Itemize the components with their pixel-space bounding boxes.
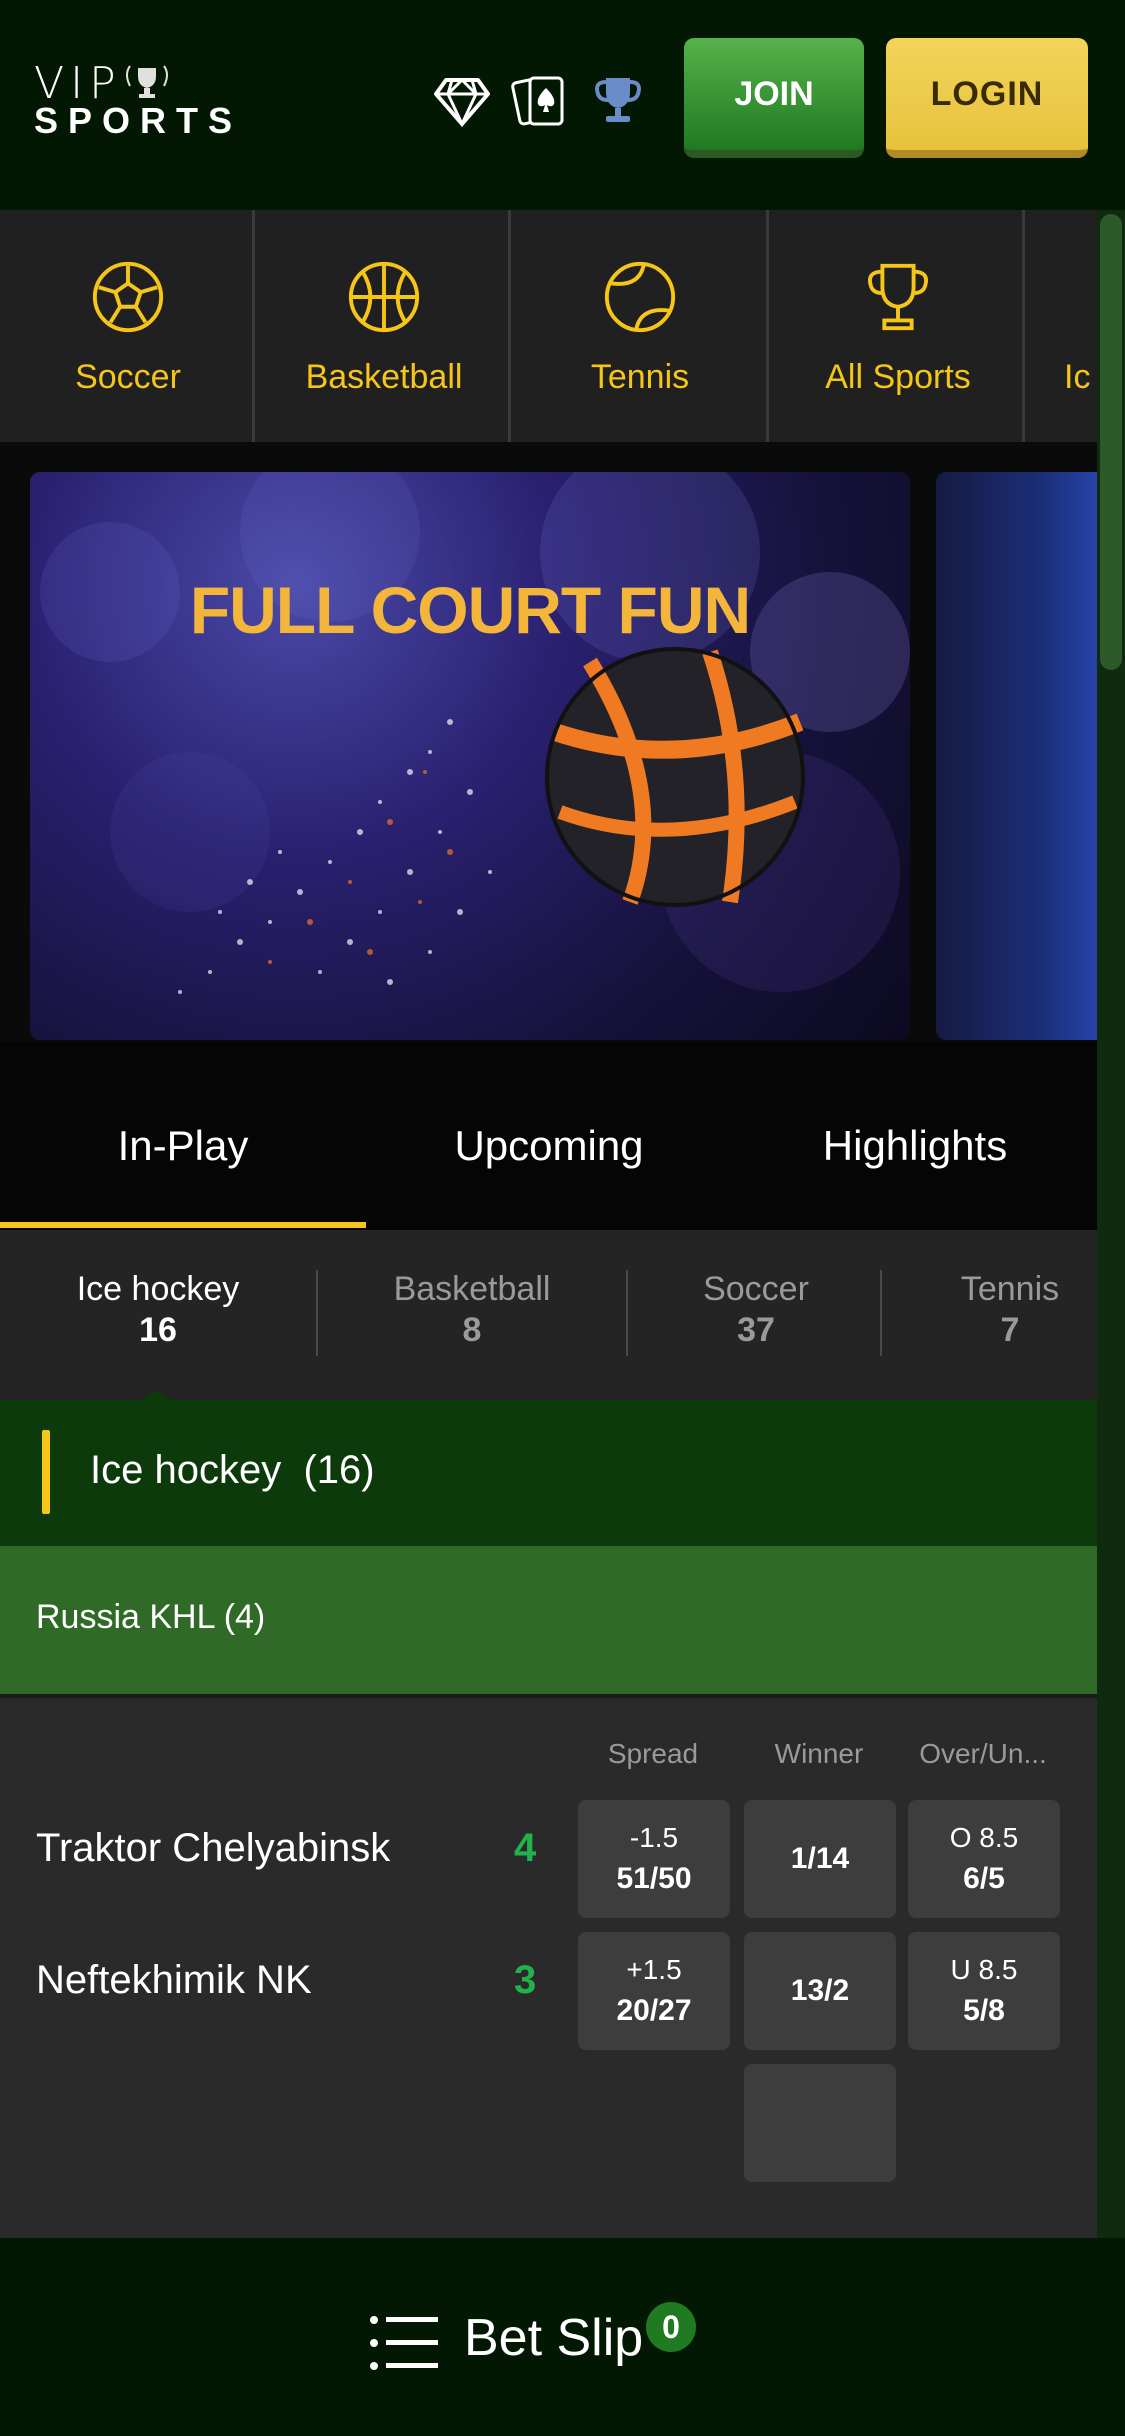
odds-line: +1.5 xyxy=(626,1954,682,1985)
category-label: Soccer xyxy=(75,358,181,396)
active-tab-indicator xyxy=(0,1222,366,1228)
filter-basketball[interactable]: Basketball 8 xyxy=(352,1270,592,1350)
category-divider xyxy=(1022,210,1025,442)
tab-upcoming[interactable]: Upcoming xyxy=(366,1122,732,1170)
category-divider xyxy=(766,210,769,442)
category-divider xyxy=(252,210,255,442)
tab-highlights[interactable]: Highlights xyxy=(732,1122,1098,1170)
odds-value: 51/50 xyxy=(616,1862,692,1895)
promo-banner-next[interactable] xyxy=(936,472,1097,1040)
odds-value: 5/8 xyxy=(963,1994,1005,2027)
tab-in-play[interactable]: In-Play xyxy=(0,1122,366,1170)
filter-name: Soccer xyxy=(703,1270,809,1308)
sport-categories-bar: Soccer Basketball Tennis All Sports Ic xyxy=(0,210,1097,442)
filter-name: Basketball xyxy=(393,1270,551,1308)
category-label: Ic xyxy=(1064,358,1091,396)
join-button[interactable]: JOIN xyxy=(684,38,864,158)
list-icon xyxy=(370,2316,438,2370)
category-all-sports[interactable]: All Sports xyxy=(770,210,1026,442)
filter-ice-hockey[interactable]: Ice hockey 16 xyxy=(40,1270,276,1350)
odds-draw-empty[interactable] xyxy=(744,2064,896,2182)
bet-slip-label: Bet Slip xyxy=(464,2309,644,2367)
filter-divider xyxy=(880,1270,882,1356)
odds-winner-away[interactable]: 13/2 xyxy=(744,1932,896,2050)
odds-value: 20/27 xyxy=(616,1994,692,2027)
basketball-icon xyxy=(348,261,420,333)
filter-divider xyxy=(316,1270,318,1356)
category-label: Tennis xyxy=(590,358,690,396)
filter-count: 37 xyxy=(737,1311,775,1349)
odds-value: 13/2 xyxy=(790,1974,850,2007)
team-score-home: 4 xyxy=(514,1826,537,1870)
scrollbar-thumb[interactable] xyxy=(1100,214,1122,670)
top-header: VIP SPORTS JOIN LOGIN xyxy=(0,0,1125,210)
group-accent-bar xyxy=(42,1430,50,1514)
league-title: Russia KHL (4) xyxy=(36,1598,266,1636)
team-name-away: Neftekhimik NK xyxy=(36,1958,312,2002)
odds-line: -1.5 xyxy=(629,1822,679,1853)
category-soccer[interactable]: Soccer xyxy=(0,210,256,442)
promo-banner[interactable]: FULL COURT FUN xyxy=(30,472,910,1040)
category-tennis[interactable]: Tennis xyxy=(512,210,768,442)
column-header-over-under: Over/Un... xyxy=(919,1738,1047,1769)
filter-tennis[interactable]: Tennis 7 xyxy=(910,1270,1097,1350)
match-card: Spread Winner Over/Un... Traktor Chelyab… xyxy=(0,1698,1097,2238)
odds-line: U 8.5 xyxy=(950,1954,1018,1985)
odds-total-under[interactable]: U 8.5 5/8 xyxy=(908,1932,1060,2050)
trophy-icon[interactable] xyxy=(588,70,648,130)
event-tabs: In-Play Upcoming Highlights xyxy=(0,1042,1097,1230)
filter-count: 16 xyxy=(139,1311,177,1349)
bet-slip-count-badge: 0 xyxy=(646,2302,696,2352)
odds-spread-home[interactable]: -1.5 51/50 xyxy=(578,1800,730,1918)
vip-sports-logo[interactable]: VIP SPORTS xyxy=(34,58,234,148)
banner-artwork xyxy=(40,472,910,994)
team-name-home: Traktor Chelyabinsk xyxy=(36,1826,391,1870)
category-label: Basketball xyxy=(305,358,463,396)
column-header-spread: Spread xyxy=(607,1738,699,1769)
trophy-icon xyxy=(868,263,928,331)
active-filter-pointer xyxy=(138,1390,174,1400)
logo-sports-text: SPORTS xyxy=(34,100,243,141)
tennis-ball-icon xyxy=(604,261,676,333)
bet-slip-bar[interactable]: Bet Slip 0 xyxy=(0,2238,1125,2436)
odds-line: O 8.5 xyxy=(949,1822,1019,1853)
category-ice-hockey-partial[interactable]: Ic xyxy=(1026,210,1097,442)
category-divider xyxy=(508,210,511,442)
banner-title: FULL COURT FUN xyxy=(189,573,751,647)
login-button[interactable]: LOGIN xyxy=(886,38,1088,158)
filter-soccer[interactable]: Soccer 37 xyxy=(660,1270,852,1350)
cards-icon[interactable] xyxy=(510,70,570,130)
column-header-winner: Winner xyxy=(774,1738,864,1769)
odds-total-over[interactable]: O 8.5 6/5 xyxy=(908,1800,1060,1918)
odds-value: 1/14 xyxy=(790,1842,850,1875)
odds-value: 6/5 xyxy=(963,1862,1005,1895)
soccer-ball-icon xyxy=(92,261,164,333)
filter-name: Tennis xyxy=(960,1270,1060,1308)
filter-count: 7 xyxy=(1000,1311,1020,1349)
league-header[interactable]: Russia KHL (4) xyxy=(0,1546,1097,1694)
category-basketball[interactable]: Basketball xyxy=(256,210,512,442)
diamond-icon[interactable] xyxy=(432,70,492,130)
category-label: All Sports xyxy=(825,358,971,396)
sport-group-header[interactable]: Ice hockey (16) xyxy=(0,1400,1097,1546)
odds-spread-away[interactable]: +1.5 20/27 xyxy=(578,1932,730,2050)
group-title: Ice hockey (16) xyxy=(90,1448,375,1492)
team-score-away: 3 xyxy=(514,1958,537,2002)
promo-carousel: FULL COURT FUN xyxy=(0,442,1097,1042)
odds-winner-home[interactable]: 1/14 xyxy=(744,1800,896,1918)
filter-name: Ice hockey xyxy=(76,1270,240,1308)
filter-divider xyxy=(626,1270,628,1356)
sport-filter-bar: Ice hockey 16 Basketball 8 Soccer 37 Ten… xyxy=(0,1230,1097,1400)
filter-count: 8 xyxy=(462,1311,482,1349)
